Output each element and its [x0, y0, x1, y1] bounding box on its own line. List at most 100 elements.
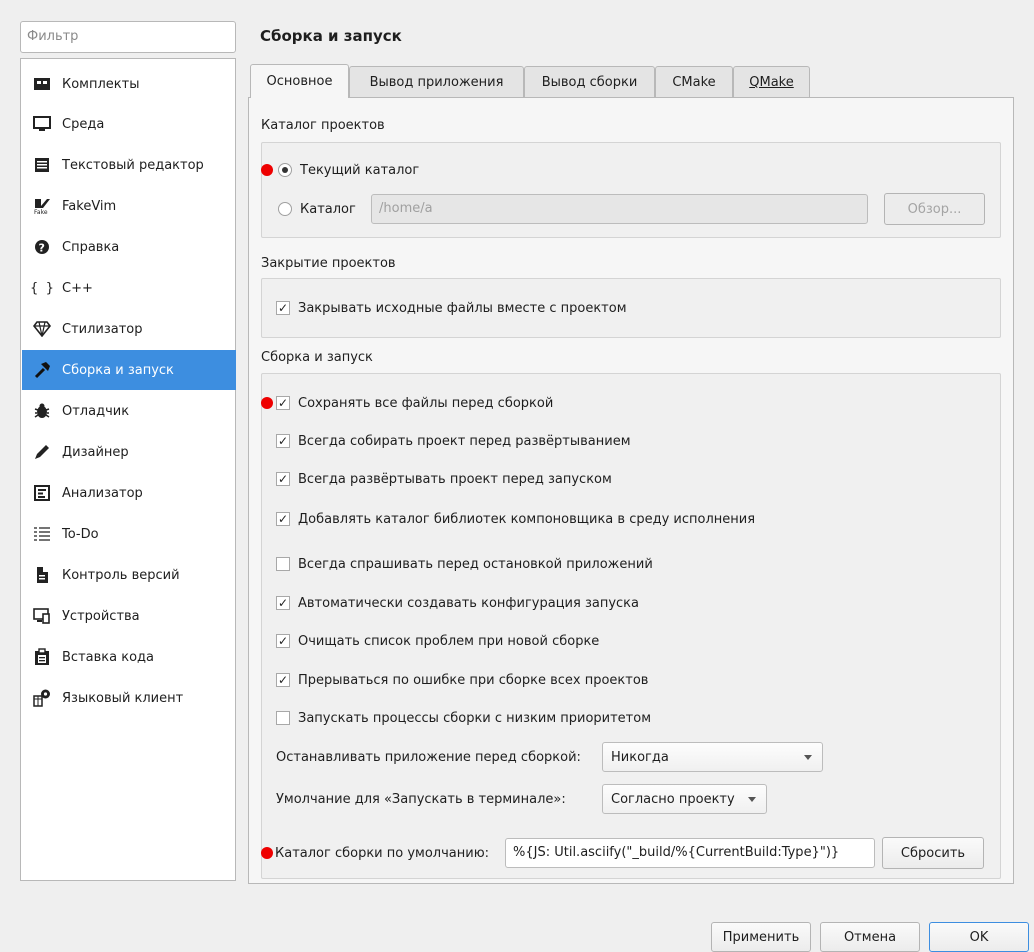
beautifier-icon [22, 321, 62, 337]
option-label: Всегда собирать проект перед развёртыван… [298, 433, 631, 449]
dir-option[interactable]: Каталог [278, 198, 356, 220]
category-label: Справка [62, 239, 120, 255]
tab-label: Вывод сборки [541, 75, 638, 90]
option-checkbox[interactable] [276, 557, 290, 571]
category-label: Сборка и запуск [62, 362, 174, 378]
option-checkbox[interactable]: ✓ [276, 634, 290, 648]
dir-label: Каталог [300, 201, 356, 217]
category-label: Стилизатор [62, 321, 143, 337]
category-item-devices[interactable]: Устройства [22, 596, 236, 636]
help-icon: ? [22, 239, 62, 255]
category-label: Контроль версий [62, 567, 180, 583]
category-item-cpp[interactable]: { } C++ [22, 268, 236, 308]
tab-build-output[interactable]: Вывод сборки [524, 66, 655, 98]
hammer-icon [22, 361, 62, 379]
option-checkbox[interactable] [276, 711, 290, 725]
apply-button-label: Применить [722, 929, 800, 945]
option-label: Автоматически создавать конфигурация зап… [298, 595, 639, 611]
tab-general[interactable]: Основное [250, 64, 349, 98]
category-label: Отладчик [62, 403, 130, 419]
category-item-language-client[interactable]: Языковый клиент [22, 678, 236, 718]
svg-text:Fake: Fake [34, 209, 48, 215]
section-title-closing: Закрытие проектов [261, 256, 396, 271]
browse-button[interactable]: Обзор... [884, 193, 985, 225]
category-item-beautifier[interactable]: Стилизатор [22, 309, 236, 349]
option-abort-on-error[interactable]: ✓ Прерываться по ошибке при сборке всех … [276, 669, 648, 691]
option-label: Всегда развёртывать проект перед запуско… [298, 471, 612, 487]
category-item-build-run[interactable]: Сборка и запуск [22, 350, 236, 390]
option-deploy-before-run[interactable]: ✓ Всегда развёртывать проект перед запус… [276, 468, 612, 490]
option-clear-issues[interactable]: ✓ Очищать список проблем при новой сборк… [276, 630, 599, 652]
option-label: Добавлять каталог библиотек компоновщика… [298, 511, 756, 527]
terminal-default-combo[interactable]: Согласно проекту [602, 784, 767, 814]
option-label: Запускать процессы сборки с низким приор… [298, 710, 652, 726]
category-label: Устройства [62, 608, 140, 624]
text-editor-icon [22, 157, 62, 173]
option-checkbox[interactable]: ✓ [276, 396, 290, 410]
tab-label: Вывод приложения [369, 75, 504, 90]
category-item-code-paste[interactable]: Вставка кода [22, 637, 236, 677]
current-dir-option[interactable]: Текущий каталог [278, 159, 419, 181]
projects-dir-path-field[interactable]: /home/a [371, 194, 868, 224]
current-dir-radio[interactable] [278, 163, 292, 177]
close-files-option[interactable]: ✓ Закрывать исходные файлы вместе с прое… [276, 297, 627, 319]
stop-app-label: Останавливать приложение перед сборкой: [276, 749, 581, 765]
option-auto-create-run-config[interactable]: ✓ Автоматически создавать конфигурация з… [276, 592, 639, 614]
category-item-designer[interactable]: Дизайнер [22, 432, 236, 472]
close-files-checkbox[interactable]: ✓ [276, 301, 290, 315]
option-label: Прерываться по ошибке при сборке всех пр… [298, 672, 649, 688]
terminal-default-label: Умолчание для «Запускать в терминале»: [276, 791, 566, 807]
option-ask-before-stop[interactable]: Всегда спрашивать перед остановкой прило… [276, 553, 653, 575]
category-label: Языковый клиент [62, 690, 184, 706]
stop-app-combo[interactable]: Никогда [602, 742, 823, 772]
tab-qmake[interactable]: QMake [733, 66, 810, 98]
category-item-todo[interactable]: To-Do [22, 514, 236, 554]
category-label: Анализатор [62, 485, 143, 501]
category-item-fakevim[interactable]: Fake FakeVim [22, 186, 236, 226]
option-checkbox[interactable]: ✓ [276, 472, 290, 486]
option-label: Сохранять все файлы перед сборкой [298, 395, 554, 411]
option-checkbox[interactable]: ✓ [276, 673, 290, 687]
category-item-debugger[interactable]: Отладчик [22, 391, 236, 431]
cpp-braces-icon: { } [30, 280, 54, 296]
chevron-down-icon [804, 755, 812, 760]
bug-icon [22, 402, 62, 420]
option-checkbox[interactable]: ✓ [276, 512, 290, 526]
option-low-priority[interactable]: Запускать процессы сборки с низким приор… [276, 707, 651, 729]
close-files-label: Закрывать исходные файлы вместе с проект… [298, 300, 627, 316]
tab-cmake[interactable]: CMake [655, 66, 733, 98]
dir-radio[interactable] [278, 202, 292, 216]
reset-button[interactable]: Сбросить [882, 837, 984, 869]
option-save-before-build[interactable]: ✓ Сохранять все файлы перед сборкой [276, 392, 553, 414]
category-item-text-editor[interactable]: Текстовый редактор [22, 145, 236, 185]
section-title-projects-dir: Каталог проектов [261, 118, 385, 133]
category-item-help[interactable]: ? Справка [22, 227, 236, 267]
tab-application-output[interactable]: Вывод приложения [349, 66, 524, 98]
section-title-build-run: Сборка и запуск [261, 350, 373, 365]
todo-list-icon [22, 526, 62, 542]
ok-button-label: OK [969, 929, 989, 945]
tab-label: CMake [672, 75, 716, 90]
cancel-button[interactable]: Отмена [820, 922, 920, 952]
category-item-analyzer[interactable]: Анализатор [22, 473, 236, 513]
reset-button-label: Сбросить [900, 845, 966, 861]
category-label: Вставка кода [62, 649, 154, 665]
category-item-environment[interactable]: Среда [22, 104, 236, 144]
option-build-before-deploy[interactable]: ✓ Всегда собирать проект перед развёртыв… [276, 430, 631, 452]
category-item-version-control[interactable]: Контроль версий [22, 555, 236, 595]
apply-button[interactable]: Применить [711, 922, 811, 952]
build-dir-label: Каталог сборки по умолчанию: [275, 845, 490, 861]
build-dir-field[interactable]: %{JS: Util.asciify("_build/%{CurrentBuil… [505, 838, 875, 868]
option-checkbox[interactable]: ✓ [276, 596, 290, 610]
category-label: To-Do [62, 526, 99, 542]
option-label: Всегда спрашивать перед остановкой прило… [298, 556, 653, 572]
filter-input[interactable]: Фильтр [20, 21, 236, 53]
stop-app-value: Никогда [611, 749, 669, 765]
option-add-library-path[interactable]: ✓ Добавлять каталог библиотек компоновщи… [276, 508, 755, 530]
category-label: Комплекты [62, 76, 140, 92]
option-checkbox[interactable]: ✓ [276, 434, 290, 448]
ok-button[interactable]: OK [929, 922, 1029, 952]
category-item-kits[interactable]: Комплекты [22, 64, 236, 104]
tab-label: Основное [266, 74, 333, 89]
category-label: C++ [62, 280, 93, 296]
